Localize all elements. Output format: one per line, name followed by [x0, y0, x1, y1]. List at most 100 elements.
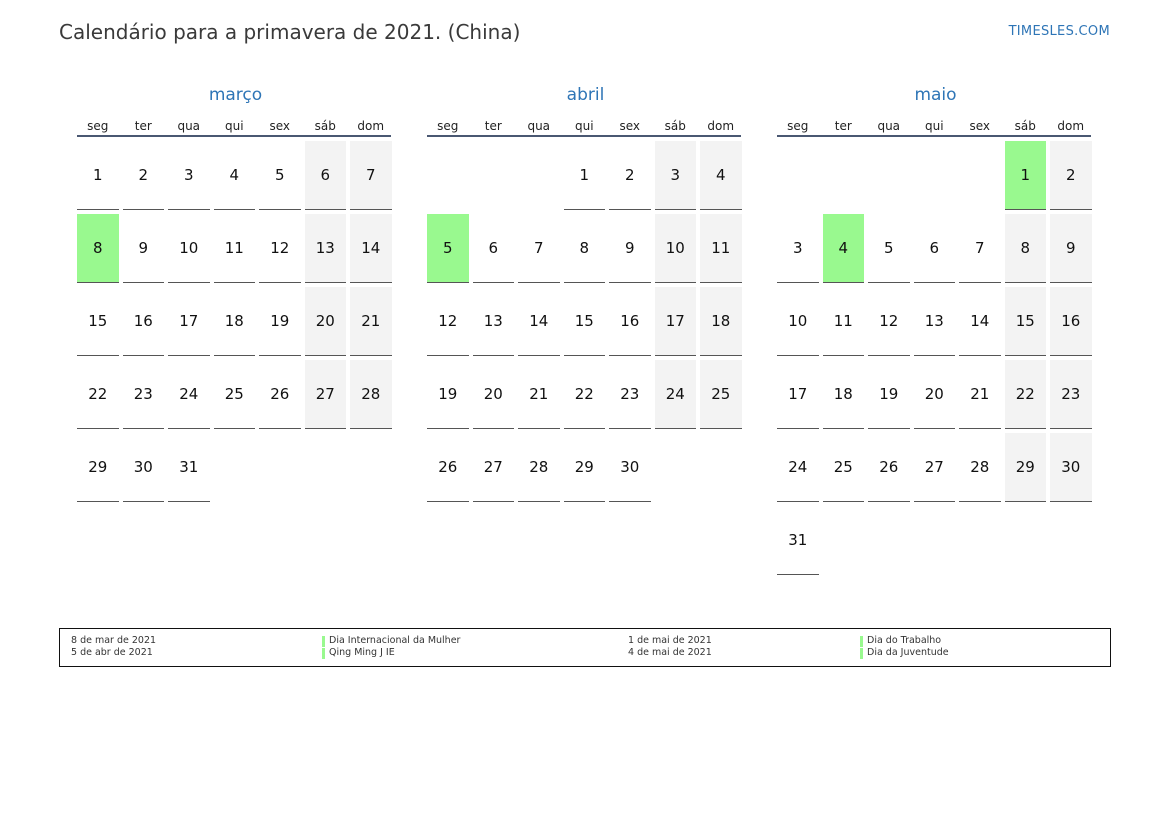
weekday-label: qua: [877, 119, 901, 133]
day-cell: 31: [168, 433, 210, 502]
weekday-label: seg: [437, 119, 459, 133]
day-cell: 11: [213, 214, 255, 283]
day-grid: 1 2 3 4 5 6 7 8 9 10 11 12 13 14 15 16 17 18 19 20 21 22 23 24 2…: [427, 141, 743, 502]
weekday-label: seg: [87, 119, 109, 133]
legend-date: 1 de mai de 2021: [628, 635, 712, 646]
weekday-label: sex: [619, 119, 641, 133]
empty-day-cell: [914, 141, 956, 210]
weekday-header: seg ter qua qui sex sáb dom: [427, 108, 741, 137]
day-cell: 8: [1004, 214, 1046, 283]
legend-date: 8 de mar de 2021: [71, 635, 157, 646]
day-cell: 10: [168, 214, 210, 283]
legend-holiday-name: Dia da Juventude: [860, 647, 949, 659]
day-cell: 23: [1050, 360, 1092, 429]
day-cell: 12: [868, 287, 910, 356]
page-title: Calendário para a primavera de 2021. (Ch…: [59, 20, 521, 44]
weekday-label: sáb: [1014, 119, 1036, 133]
holiday-day-cell: 4: [822, 214, 864, 283]
day-cell: 19: [868, 360, 910, 429]
day-cell: 18: [213, 287, 255, 356]
empty-day-cell: [777, 141, 819, 210]
legend-holiday-name: Dia do Trabalho: [860, 635, 949, 647]
day-cell: 23: [609, 360, 651, 429]
day-cell: 15: [563, 287, 605, 356]
day-cell: 9: [122, 214, 164, 283]
day-cell: 29: [563, 433, 605, 502]
day-cell: 21: [350, 287, 392, 356]
day-cell: 24: [168, 360, 210, 429]
day-cell: 9: [1050, 214, 1092, 283]
day-cell: 4: [700, 141, 742, 210]
day-cell: 1: [77, 141, 119, 210]
weekday-label: dom: [1057, 119, 1085, 133]
day-cell: 23: [122, 360, 164, 429]
day-cell: 18: [700, 287, 742, 356]
day-cell: 12: [427, 287, 469, 356]
day-cell: 20: [472, 360, 514, 429]
day-cell: 21: [959, 360, 1001, 429]
day-cell: 30: [609, 433, 651, 502]
month-title: maio: [914, 85, 957, 105]
empty-day-cell: [427, 141, 469, 210]
legend-holiday-name: Dia Internacional da Mulher: [322, 635, 460, 647]
day-cell: 2: [1050, 141, 1092, 210]
day-cell: 28: [518, 433, 560, 502]
day-cell: 2: [122, 141, 164, 210]
day-cell: 20: [304, 287, 346, 356]
day-grid: 1 2 3 4 5 6 7 8 9 10 11 12 13 14 15 16 17 18 19 20 21 22 23 24 2…: [777, 141, 1093, 575]
day-cell: 22: [1004, 360, 1046, 429]
empty-day-cell: [823, 141, 865, 210]
day-cell: 17: [777, 360, 819, 429]
holiday-day-cell: 8: [77, 214, 119, 283]
day-cell: 22: [77, 360, 119, 429]
day-grid: 1 2 3 4 5 6 7 8 9 10 11 12 13 14 15 16 17 18 19 20 21 22 23 24 2…: [77, 141, 393, 502]
day-cell: 7: [518, 214, 560, 283]
day-cell: 3: [168, 141, 210, 210]
holiday-day-cell: 1: [1004, 141, 1046, 210]
day-cell: 5: [868, 214, 910, 283]
weekday-label: ter: [484, 119, 502, 133]
day-cell: 13: [304, 214, 346, 283]
day-cell: 31: [777, 506, 819, 575]
day-cell: 24: [654, 360, 696, 429]
day-cell: 26: [868, 433, 910, 502]
weekday-label: sex: [969, 119, 991, 133]
day-cell: 25: [700, 360, 742, 429]
day-cell: 29: [77, 433, 119, 502]
empty-day-cell: [959, 141, 1001, 210]
weekday-label: sáb: [664, 119, 686, 133]
month-title: abril: [566, 85, 605, 105]
holiday-day-cell: 5: [427, 214, 469, 283]
legend-dates-right: 1 de mai de 2021 4 de mai de 2021: [628, 635, 712, 659]
day-cell: 30: [1050, 433, 1092, 502]
day-cell: 13: [472, 287, 514, 356]
weekday-header: seg ter qua qui sex sáb dom: [77, 108, 391, 137]
day-cell: 11: [822, 287, 864, 356]
day-cell: 16: [1050, 287, 1092, 356]
weekday-label: ter: [134, 119, 152, 133]
day-cell: 14: [350, 214, 392, 283]
legend-date: 4 de mai de 2021: [628, 647, 712, 658]
weekday-label: qui: [224, 119, 244, 133]
weekday-label: ter: [834, 119, 852, 133]
day-cell: 24: [777, 433, 819, 502]
day-cell: 13: [913, 287, 955, 356]
day-cell: 27: [472, 433, 514, 502]
day-cell: 25: [213, 360, 255, 429]
day-cell: 10: [777, 287, 819, 356]
day-cell: 14: [959, 287, 1001, 356]
site-link[interactable]: TIMESLES.COM: [1009, 24, 1110, 39]
day-cell: 10: [654, 214, 696, 283]
weekday-label: qui: [924, 119, 944, 133]
empty-day-cell: [473, 141, 515, 210]
day-cell: 3: [777, 214, 819, 283]
weekday-label: qui: [574, 119, 594, 133]
day-cell: 15: [1004, 287, 1046, 356]
day-cell: 6: [304, 141, 346, 210]
day-cell: 17: [168, 287, 210, 356]
day-cell: 18: [822, 360, 864, 429]
day-cell: 12: [259, 214, 301, 283]
day-cell: 19: [259, 287, 301, 356]
day-cell: 2: [609, 141, 651, 210]
weekday-header: seg ter qua qui sex sáb dom: [777, 108, 1091, 137]
